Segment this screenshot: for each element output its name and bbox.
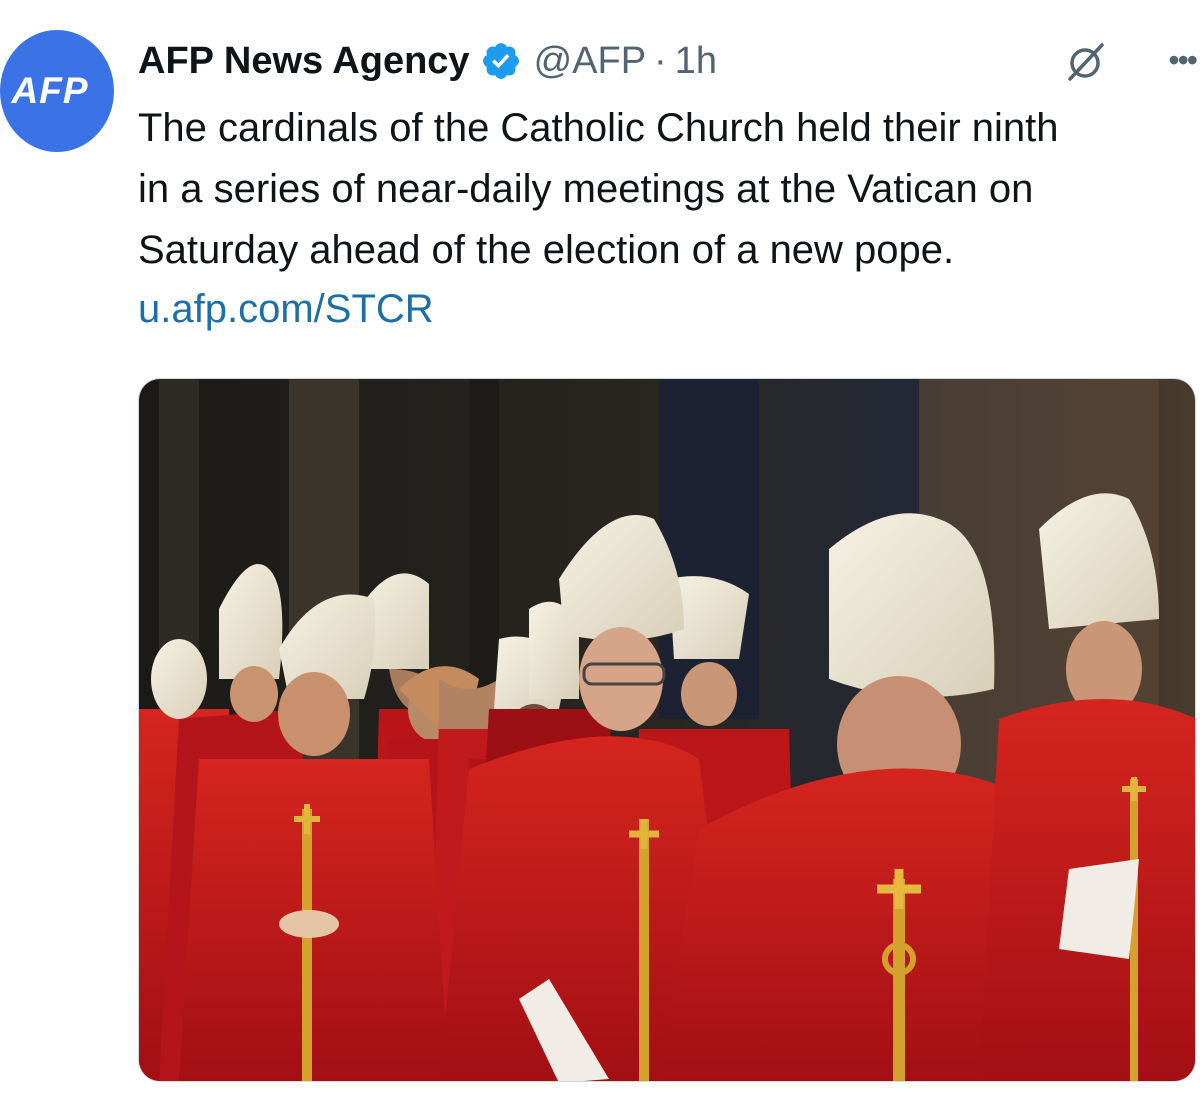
tweet-link[interactable]: u.afp.com/STCR [138,279,434,340]
tweet-text-line: Saturday ahead of the election of a new … [138,228,955,272]
grok-icon[interactable] [1064,40,1108,84]
tweet-header: AFP News Agency @AFP · 1h ••• [138,36,1200,86]
author-display-name[interactable]: AFP News Agency [138,40,470,83]
tweet-body: The cardinals of the Catholic Church hel… [138,98,1200,281]
tweet-text-line: The cardinals of the Catholic Church hel… [138,106,1059,150]
verified-badge-icon [480,40,522,82]
tweet-photo[interactable] [138,378,1196,1082]
cardinals-procession-photo [139,379,1195,1081]
avatar[interactable]: AFP [0,30,114,152]
author-handle[interactable]: @AFP [534,40,646,83]
tweet-timestamp[interactable]: 1h [675,40,717,83]
tweet-text-line: in a series of near-daily meetings at th… [138,167,1034,211]
more-options-icon[interactable]: ••• [1168,44,1198,76]
avatar-logo-text: AFP [11,70,89,111]
separator-dot: · [654,39,667,82]
